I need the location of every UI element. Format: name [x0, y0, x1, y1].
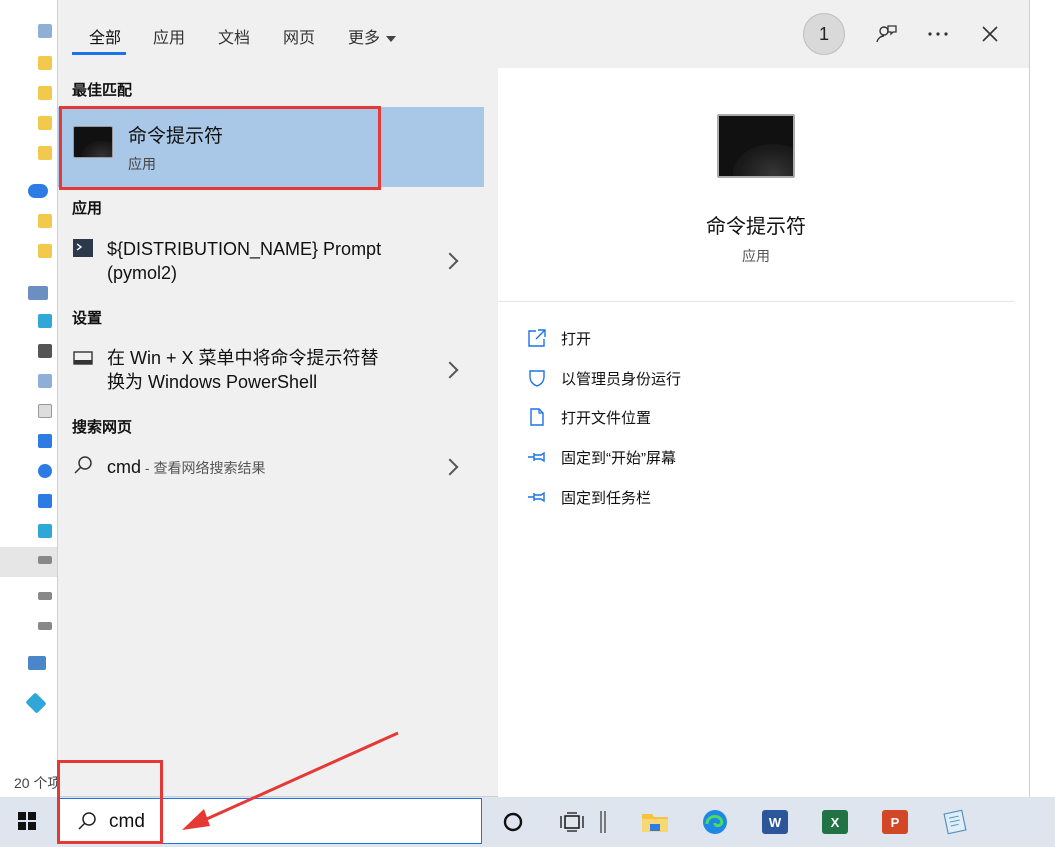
chevron-down-icon	[386, 35, 397, 42]
videos-icon	[38, 344, 52, 358]
action-pin-to-start-label: 固定到“开始”屏幕	[561, 449, 676, 467]
shield-icon	[526, 367, 548, 389]
folder-icon	[38, 116, 52, 130]
word-icon[interactable]: W	[759, 806, 791, 838]
chevron-right-icon[interactable]	[441, 458, 459, 476]
command-prompt-large-icon	[717, 114, 795, 178]
chevron-right-icon[interactable]	[441, 361, 459, 379]
section-web-search: 搜索网页	[72, 419, 133, 436]
web-query-suffix: - 查看网络搜索结果	[141, 460, 266, 476]
web-result-text: cmd - 查看网络搜索结果	[107, 455, 265, 480]
task-view-icon[interactable]	[556, 806, 588, 838]
file-location-icon	[526, 406, 548, 428]
section-settings: 设置	[72, 310, 103, 327]
ellipsis-icon[interactable]	[922, 18, 954, 50]
drive-icon	[38, 592, 52, 600]
settings-result-item[interactable]: 在 Win + X 菜单中将命令提示符替 换为 Windows PowerShe…	[58, 342, 484, 398]
app-result-line2: (pymol2)	[107, 263, 178, 283]
taskbar-separator	[595, 806, 611, 838]
folder-icon	[38, 56, 52, 70]
action-open-file-location[interactable]: 打开文件位置	[526, 405, 651, 429]
search-results-list: 最佳匹配 命令提示符 应用 应用 ${DISTRIBUTION_NAME} Pr…	[58, 68, 484, 797]
tab-apps[interactable]: 应用	[153, 24, 185, 48]
search-icon	[73, 455, 93, 480]
section-apps: 应用	[72, 200, 103, 217]
chevron-right-icon[interactable]	[441, 252, 459, 270]
active-tab-indicator	[72, 52, 126, 55]
windows-start-icon[interactable]	[18, 812, 36, 835]
excel-icon[interactable]: X	[819, 806, 851, 838]
action-open-label: 打开	[561, 330, 592, 348]
desktop-icon	[38, 494, 52, 508]
documents-icon	[38, 404, 52, 418]
powerpoint-icon[interactable]: P	[879, 806, 911, 838]
action-run-as-admin[interactable]: 以管理员身份运行	[526, 366, 681, 390]
tab-documents[interactable]: 文档	[218, 24, 250, 48]
file-explorer-icon[interactable]	[639, 806, 671, 838]
tab-more-label: 更多	[348, 30, 381, 47]
preview-subtitle: 应用	[742, 248, 770, 264]
notepad-icon[interactable]	[939, 806, 971, 838]
3d-objects-icon	[38, 314, 52, 328]
close-icon[interactable]	[974, 18, 1006, 50]
edge-icon[interactable]	[699, 806, 731, 838]
music-icon	[38, 464, 52, 478]
open-icon	[526, 327, 548, 349]
cortana-icon[interactable]	[497, 806, 529, 838]
folder-icon	[38, 214, 52, 228]
folder-icon	[38, 244, 52, 258]
tab-more[interactable]: 更多	[348, 24, 397, 48]
action-run-as-admin-label: 以管理员身份运行	[561, 370, 682, 388]
image-icon	[38, 24, 52, 38]
web-result-item[interactable]: cmd - 查看网络搜索结果	[58, 452, 484, 484]
tab-web[interactable]: 网页	[283, 24, 315, 48]
action-open[interactable]: 打开	[526, 326, 591, 350]
background-explorer-window: 20 个项	[0, 0, 62, 797]
app-result-item[interactable]: ${DISTRIBUTION_NAME} Prompt (pymol2)	[58, 233, 484, 289]
excel-letter: X	[822, 810, 848, 834]
downloads-icon	[38, 434, 52, 448]
settings-result-line1: 在 Win + X 菜单中将命令提示符替	[107, 348, 379, 368]
action-pin-to-start[interactable]: 固定到“开始”屏幕	[526, 445, 676, 469]
app-result-line1: ${DISTRIBUTION_NAME} Prompt	[107, 239, 382, 259]
folder-icon	[38, 86, 52, 100]
this-pc-icon	[28, 286, 48, 300]
folder-icon	[38, 146, 52, 160]
web-query: cmd	[107, 457, 142, 477]
annotation-highlight-box	[59, 106, 381, 190]
windows-drive-icon	[38, 524, 52, 538]
section-best-match: 最佳匹配	[72, 82, 133, 99]
preview-pane: 命令提示符 应用 打开 以管理员身份运行 打开文件位置 固定到“开始”屏幕 固定…	[498, 68, 1029, 797]
pictures-icon	[38, 374, 52, 388]
tab-all[interactable]: 全部	[89, 24, 121, 48]
action-pin-to-taskbar-label: 固定到任务栏	[561, 489, 652, 507]
pin-icon	[526, 486, 548, 508]
drive-icon	[38, 622, 52, 630]
rewards-badge[interactable]: 1	[803, 13, 845, 55]
network-icon	[28, 656, 46, 670]
preview-divider	[498, 301, 1014, 302]
preview-title: 命令提示符	[706, 216, 806, 238]
feedback-icon[interactable]	[870, 18, 902, 50]
settings-result-line2: 换为 Windows PowerShell	[107, 372, 318, 392]
item-count: 20 个项	[14, 775, 62, 791]
action-open-file-location-label: 打开文件位置	[561, 409, 652, 427]
search-tabs-bar: 全部 应用 文档 网页 更多 1	[58, 0, 1029, 68]
powerpoint-letter: P	[882, 810, 908, 834]
onedrive-icon	[28, 184, 48, 198]
terminal-icon	[73, 239, 93, 262]
word-letter: W	[762, 810, 788, 834]
pin-icon	[526, 446, 548, 468]
search-panel: 全部 应用 文档 网页 更多 1 最佳匹配 命令提示符 应用 应用 ${DIST…	[57, 0, 1030, 797]
taskbar-settings-icon	[73, 351, 93, 370]
drive-icon	[38, 556, 52, 564]
homegroup-icon	[25, 692, 47, 714]
action-pin-to-taskbar[interactable]: 固定到任务栏	[526, 485, 651, 509]
annotation-highlight-box	[57, 760, 163, 844]
